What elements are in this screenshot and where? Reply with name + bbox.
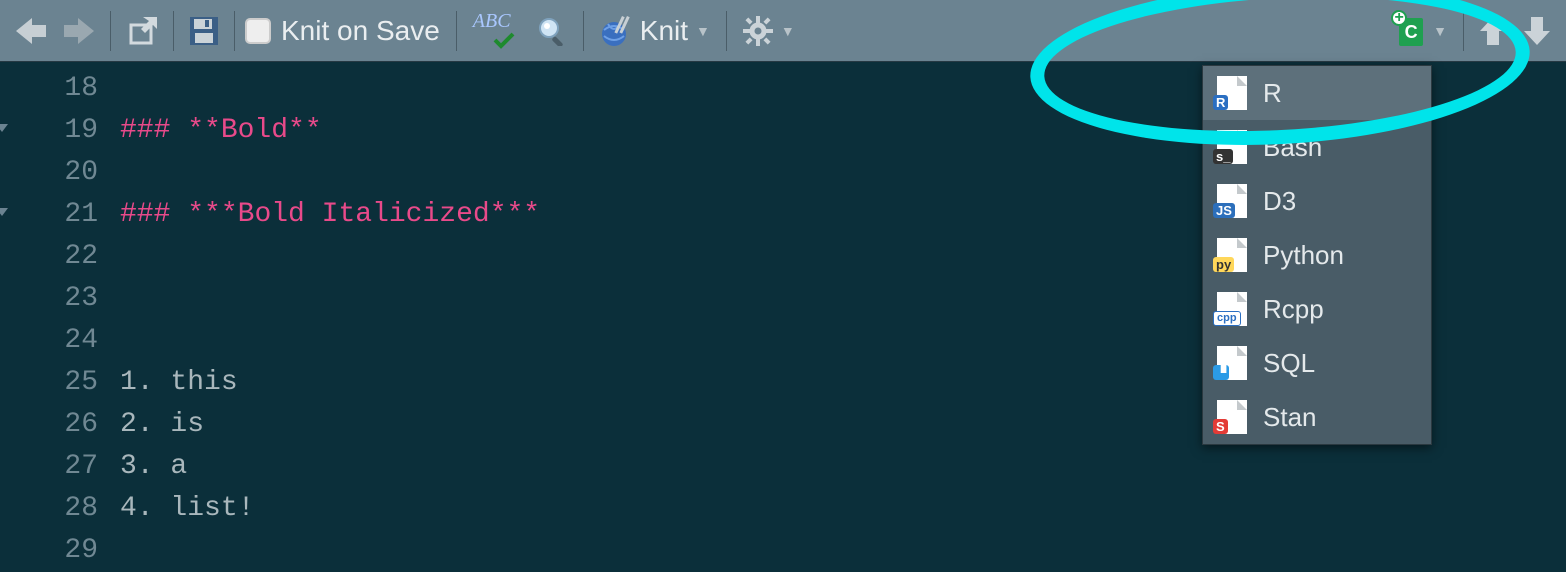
- line-number: 23: [0, 278, 98, 320]
- line-number: 27: [0, 446, 98, 488]
- insert-chunk-icon: C +: [1397, 16, 1425, 46]
- line-number: 18: [0, 68, 98, 110]
- chunk-menu-item-stan[interactable]: S Stan: [1203, 390, 1431, 444]
- line-number: 24: [0, 320, 98, 362]
- floppy-icon: [190, 17, 218, 45]
- arrow-down-icon: [1524, 17, 1550, 45]
- file-icon: s_: [1217, 130, 1247, 164]
- chevron-down-icon: ▼: [696, 23, 710, 39]
- chunk-menu-item-sql[interactable]: ▝ SQL: [1203, 336, 1431, 390]
- code-line: 2. is: [120, 404, 540, 446]
- code-line: [120, 152, 540, 194]
- arrow-right-icon: [64, 18, 94, 44]
- fold-caret-icon[interactable]: [0, 124, 8, 132]
- chunk-menu-item-d3[interactable]: JS D3: [1203, 174, 1431, 228]
- line-number: 29: [0, 530, 98, 572]
- knit-label: Knit: [640, 15, 688, 47]
- line-number: 20: [0, 152, 98, 194]
- toolbar-right-group: C + ▼: [1391, 0, 1556, 62]
- spellcheck-icon: ABC: [473, 14, 519, 48]
- popout-icon: [127, 17, 157, 45]
- file-icon: cpp: [1217, 292, 1247, 326]
- code-line: [120, 320, 540, 362]
- chunk-menu-label: D3: [1263, 186, 1296, 217]
- insert-chunk-button[interactable]: C + ▼: [1391, 9, 1453, 53]
- line-gutter: 18 19 20 21 22 23 24 25 26 27 28 29: [0, 68, 110, 572]
- code-line: ### ***Bold Italicized***: [120, 194, 540, 236]
- toolbar-separator: [234, 11, 235, 51]
- abc-text: ABC: [473, 10, 511, 33]
- code-line: [120, 68, 540, 110]
- line-number: 21: [0, 194, 98, 236]
- file-icon: S: [1217, 400, 1247, 434]
- save-button[interactable]: [184, 9, 224, 53]
- spellcheck-button[interactable]: ABC: [467, 9, 525, 53]
- editor-toolbar: Knit on Save ABC Knit ▼: [0, 0, 1566, 62]
- magnifier-icon: [537, 16, 567, 46]
- chunk-menu-item-rcpp[interactable]: cpp Rcpp: [1203, 282, 1431, 336]
- chunk-menu-label: R: [1263, 78, 1282, 109]
- gear-icon: [743, 16, 773, 46]
- file-icon: R: [1217, 76, 1247, 110]
- line-number: 25: [0, 362, 98, 404]
- toolbar-separator: [583, 11, 584, 51]
- chevron-down-icon: ▼: [1433, 23, 1447, 39]
- code-line: 1. this: [120, 362, 540, 404]
- toolbar-separator: [1463, 11, 1464, 51]
- back-button[interactable]: [10, 9, 52, 53]
- knit-button[interactable]: Knit ▼: [594, 9, 716, 53]
- code-area[interactable]: ### **Bold** ### ***Bold Italicized*** 1…: [110, 68, 540, 572]
- chunk-menu-item-r[interactable]: R R: [1203, 66, 1431, 120]
- code-line: 4. list!: [120, 488, 540, 530]
- toolbar-separator: [456, 11, 457, 51]
- checkbox-icon: [245, 18, 271, 44]
- chunk-menu-item-python[interactable]: py Python: [1203, 228, 1431, 282]
- toolbar-separator: [173, 11, 174, 51]
- fold-caret-icon[interactable]: [0, 208, 8, 216]
- chunk-menu-label: Python: [1263, 240, 1344, 271]
- line-number: 26: [0, 404, 98, 446]
- line-number: 19: [0, 110, 98, 152]
- chunk-menu-item-bash[interactable]: s_ Bash: [1203, 120, 1431, 174]
- file-icon: ▝: [1217, 346, 1247, 380]
- knit-on-save-label: Knit on Save: [281, 15, 440, 47]
- code-line: [120, 530, 540, 572]
- chunk-menu-label: SQL: [1263, 348, 1315, 379]
- code-line: [120, 278, 540, 320]
- next-chunk-button[interactable]: [1518, 9, 1556, 53]
- yarn-icon: [600, 16, 634, 46]
- chunk-menu-label: Rcpp: [1263, 294, 1324, 325]
- arrow-left-icon: [16, 18, 46, 44]
- prev-chunk-button[interactable]: [1474, 9, 1512, 53]
- chunk-menu-label: Stan: [1263, 402, 1317, 433]
- insert-chunk-menu: R R s_ Bash JS D3 py Python cpp Rcpp ▝ S…: [1202, 65, 1432, 445]
- file-icon: JS: [1217, 184, 1247, 218]
- code-line: ### **Bold**: [120, 110, 540, 152]
- knit-on-save-toggle[interactable]: Knit on Save: [245, 15, 446, 47]
- toolbar-separator: [726, 11, 727, 51]
- code-line: 3. a: [120, 446, 540, 488]
- settings-button[interactable]: ▼: [737, 9, 801, 53]
- toolbar-separator: [110, 11, 111, 51]
- code-line: [120, 236, 540, 278]
- chunk-menu-label: Bash: [1263, 132, 1322, 163]
- arrow-up-icon: [1480, 17, 1506, 45]
- line-number: 28: [0, 488, 98, 530]
- show-in-new-window-button[interactable]: [121, 9, 163, 53]
- find-replace-button[interactable]: [531, 9, 573, 53]
- file-icon: py: [1217, 238, 1247, 272]
- forward-button[interactable]: [58, 9, 100, 53]
- chevron-down-icon: ▼: [781, 23, 795, 39]
- line-number: 22: [0, 236, 98, 278]
